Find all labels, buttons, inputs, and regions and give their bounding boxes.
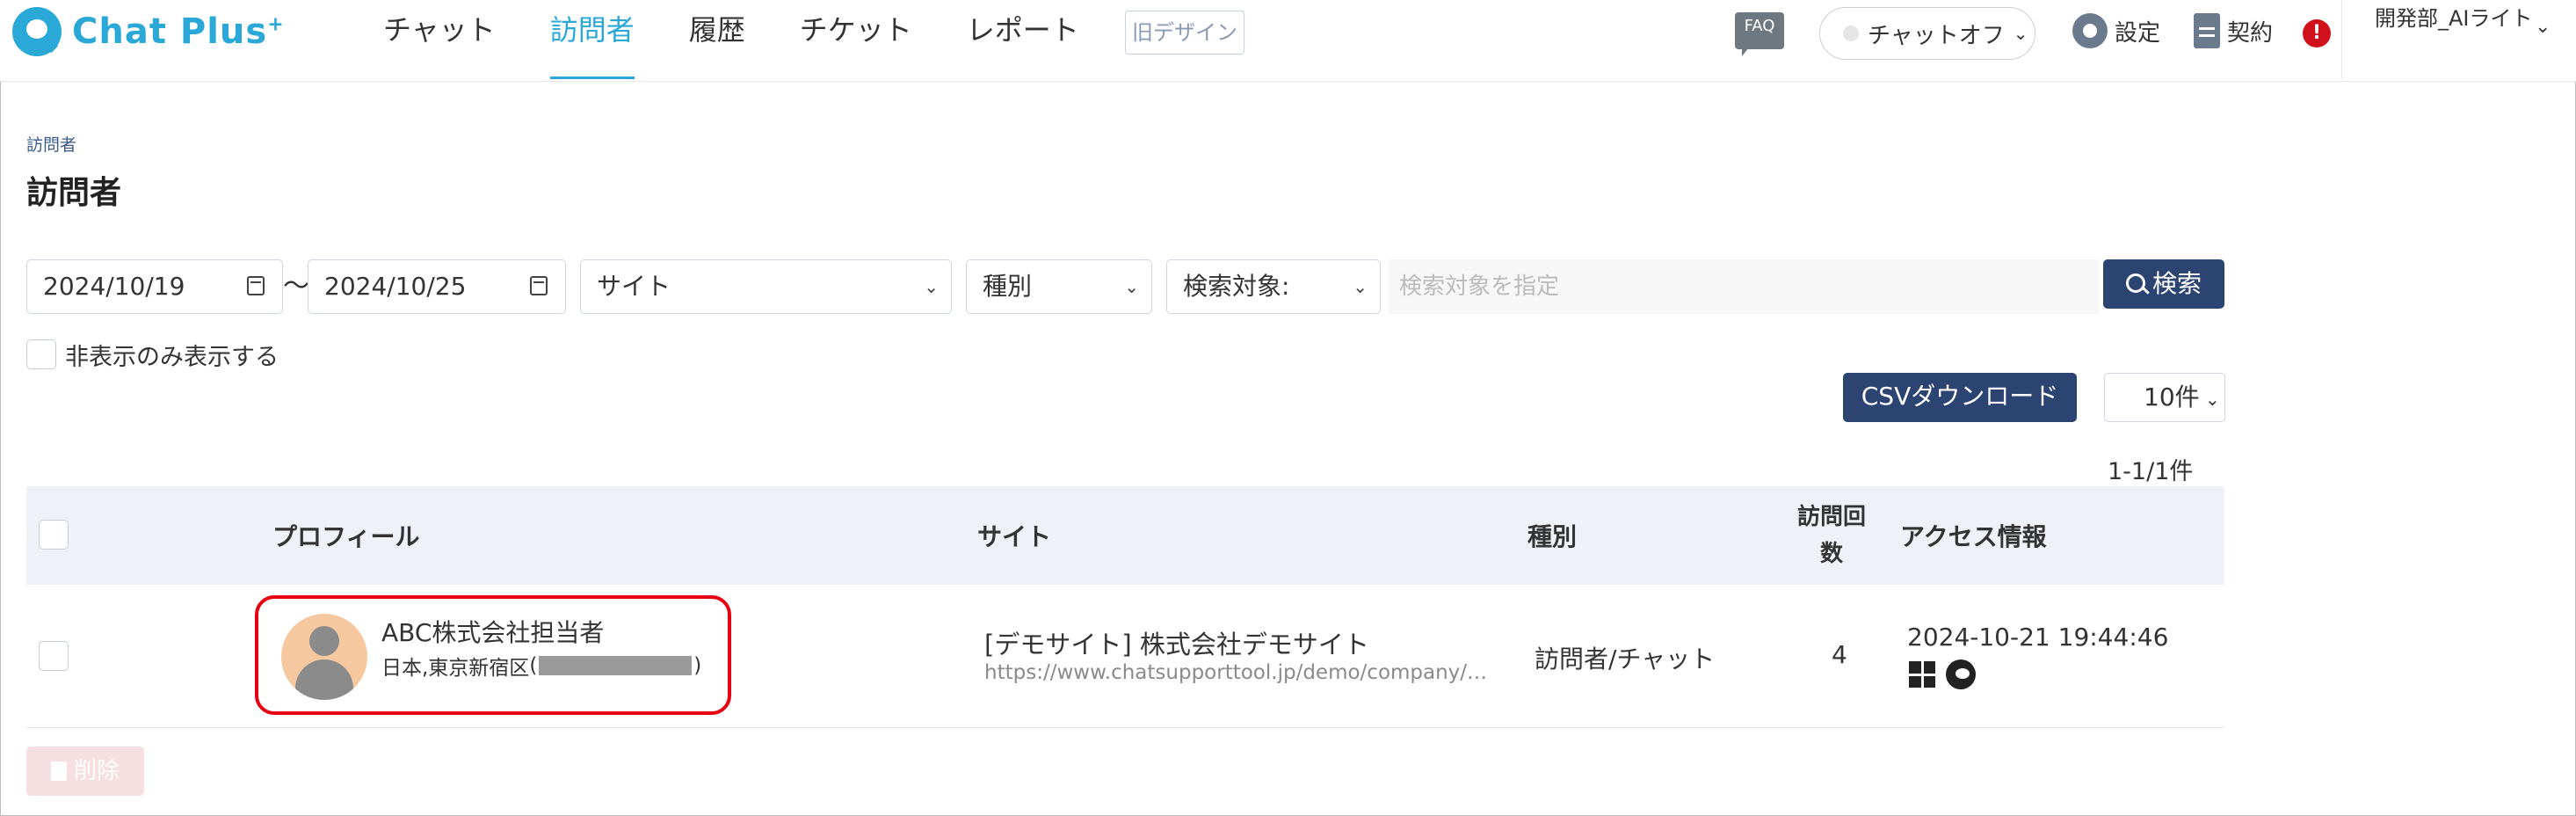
delete-label: 削除 (73, 758, 120, 784)
nav-chat[interactable]: チャット (383, 0, 496, 79)
row-checkbox[interactable] (39, 641, 69, 671)
visit-count: 4 (1832, 640, 1847, 669)
nav-history[interactable]: 履歴 (689, 0, 745, 79)
breadcrumb[interactable]: 訪問者 (26, 132, 76, 156)
per-page-select[interactable]: 10件 ⌄ (2104, 373, 2225, 422)
chevron-down-icon: ⌄ (2013, 23, 2028, 44)
calendar-icon[interactable] (247, 276, 265, 295)
visitor-name[interactable]: ABC株式会社担当者 (381, 614, 604, 649)
chevron-down-icon: ⌄ (1124, 276, 1139, 297)
header-divider (2341, 0, 2342, 79)
user-menu[interactable]: 開発部_AIライト (2375, 4, 2533, 33)
type-select-value: 種別 (983, 272, 1033, 301)
settings-label: 設定 (2115, 19, 2161, 47)
date-from-input[interactable]: 2024/10/19 (26, 259, 283, 314)
delete-button[interactable]: 削除 (26, 747, 144, 796)
status-dot-icon (1843, 26, 1859, 41)
trash-icon (50, 761, 67, 781)
visitor-location: 日本,東京新宿区() (381, 651, 701, 681)
nav-reports[interactable]: レポート (967, 0, 1079, 79)
chevron-down-icon: ⌄ (1353, 276, 1368, 297)
logo-text: Chat Plus+ (72, 11, 285, 52)
document-icon (2194, 13, 2220, 48)
user-chevron-down-icon[interactable]: ⌄ (2535, 16, 2551, 38)
col-access-info[interactable]: アクセス情報 (1900, 518, 2047, 553)
per-page-value: 10件 (2144, 382, 2200, 412)
avatar-person-icon (309, 626, 339, 656)
type-select[interactable]: 種別 ⌄ (966, 259, 1152, 314)
logo[interactable]: Chat Plus+ (12, 7, 285, 56)
top-navigation-bar: Chat Plus+ チャット 訪問者 履歴 チケット レポート 旧デザイン F… (0, 0, 2576, 82)
search-icon (2125, 273, 2145, 293)
site-url[interactable]: https://www.chatsupporttool.jp/demo/comp… (984, 661, 1507, 684)
page-title: 訪問者 (26, 175, 122, 211)
search-button-label: 検索 (2152, 269, 2202, 298)
csv-download-button[interactable]: CSVダウンロード (1843, 373, 2077, 422)
calendar-icon[interactable] (530, 276, 548, 295)
alert-icon[interactable]: ! (2303, 19, 2331, 47)
nav-tickets[interactable]: チケット (800, 0, 912, 79)
col-profile[interactable]: プロフィール (272, 518, 419, 553)
table-header: プロフィール サイト 種別 訪問回数 アクセス情報 (26, 486, 2224, 585)
site-name: [デモサイト] 株式会社デモサイト (984, 630, 1369, 659)
hidden-only-label[interactable]: 非表示のみ表示する (65, 338, 279, 372)
visitor-location-text: 日本,東京新宿区 (381, 657, 530, 680)
gear-icon (2072, 13, 2108, 48)
date-to-value: 2024/10/25 (324, 272, 467, 301)
contract-label: 契約 (2227, 19, 2274, 47)
col-visits[interactable]: 訪問回数 (1795, 499, 1869, 572)
result-count: 1-1/1件 (2108, 458, 2194, 485)
col-type[interactable]: 種別 (1527, 518, 1577, 553)
chevron-down-icon: ⌄ (2199, 389, 2220, 410)
chevron-down-icon: ⌄ (924, 276, 939, 297)
windows-icon (1909, 661, 1935, 688)
search-target-select[interactable]: 検索対象: ⌄ (1166, 259, 1381, 314)
contract-button[interactable]: 契約 (2194, 9, 2273, 53)
chat-status-label: チャットオフ (1868, 22, 2005, 49)
access-time: 2024-10-21 19:44:46 (1907, 623, 2169, 652)
search-input[interactable]: 検索対象を指定 (1389, 259, 2099, 314)
nav-visitors[interactable]: 訪問者 (549, 0, 635, 79)
visitor-type: 訪問者/チャット (1535, 645, 1716, 674)
chat-status-toggle[interactable]: チャットオフ ⌄ (1819, 7, 2035, 60)
search-target-value: 検索対象: (1183, 272, 1290, 301)
settings-button[interactable]: 設定 (2072, 9, 2160, 53)
date-range-separator: 〜 (283, 271, 309, 302)
select-all-checkbox[interactable] (39, 520, 69, 550)
old-design-button[interactable]: 旧デザイン (1125, 11, 1244, 55)
hidden-only-checkbox[interactable] (26, 339, 56, 369)
avatar (281, 614, 367, 700)
edge-icon (1946, 659, 1976, 689)
date-to-input[interactable]: 2024/10/25 (308, 259, 566, 314)
col-site[interactable]: サイト (977, 518, 1051, 553)
site-select-value: サイト (597, 272, 671, 301)
redacted-ip (539, 656, 693, 675)
date-from-value: 2024/10/19 (43, 272, 185, 301)
chat-bubble-logo-icon (12, 7, 62, 56)
faq-icon[interactable]: FAQ (1735, 12, 1784, 56)
site-select[interactable]: サイト ⌄ (580, 259, 952, 314)
search-button[interactable]: 検索 (2103, 259, 2224, 309)
main-nav: チャット 訪問者 履歴 チケット レポート (383, 0, 1134, 79)
